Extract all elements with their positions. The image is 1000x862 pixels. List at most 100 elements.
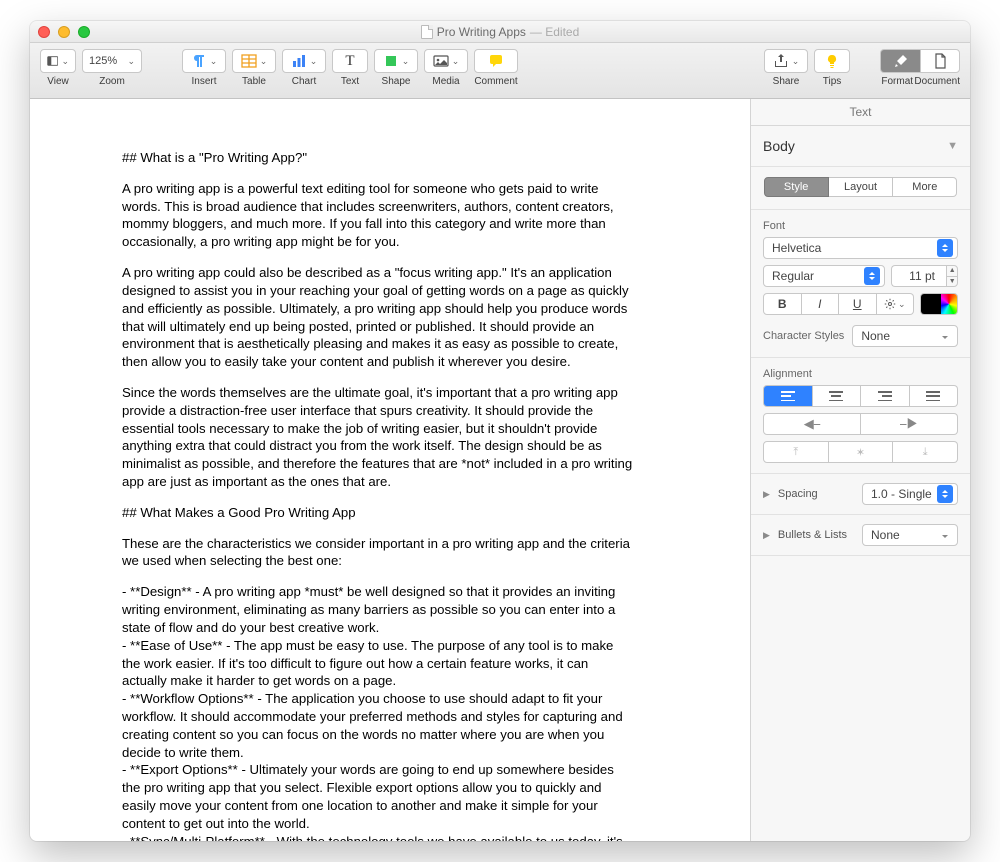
document-icon	[932, 53, 948, 69]
zoom-value: 125%	[89, 55, 117, 67]
valign-bottom-icon: ⤓	[923, 446, 928, 459]
valign-bottom-button[interactable]: ⤓	[893, 441, 958, 463]
color-swatch-black	[921, 294, 941, 314]
stepper-arrows-icon	[937, 239, 953, 257]
tab-style[interactable]: Style	[764, 177, 829, 197]
media-button[interactable]: ⌄	[424, 49, 468, 73]
document-button[interactable]	[920, 49, 960, 73]
view-button[interactable]: ⌄	[40, 49, 76, 73]
paragraph-style-value: Body	[763, 138, 795, 154]
tips-button[interactable]	[814, 49, 850, 73]
text-color-button[interactable]	[920, 293, 958, 315]
font-family-value: Helvetica	[772, 241, 821, 255]
text-label: Text	[341, 76, 359, 87]
minimize-window-button[interactable]	[58, 26, 70, 38]
window-title: Pro Writing Apps — Edited	[104, 25, 896, 39]
font-family-select[interactable]: Helvetica	[763, 237, 958, 259]
table-button[interactable]: ⌄	[232, 49, 276, 73]
font-weight-select[interactable]: Regular	[763, 265, 885, 287]
bullets-value: None	[871, 528, 900, 542]
window-controls	[38, 26, 104, 38]
font-size-stepper[interactable]: ▲ ▼	[946, 265, 958, 287]
valign-middle-button[interactable]: ✶	[829, 441, 894, 463]
font-size-value: 11 pt	[909, 269, 935, 283]
close-window-button[interactable]	[38, 26, 50, 38]
paragraph-style-dropdown[interactable]: Body ▼	[763, 136, 958, 156]
valign-top-button[interactable]: ⤒	[763, 441, 829, 463]
style-layout-more-segment: Style Layout More	[764, 177, 958, 197]
valign-top-icon: ⤒	[793, 446, 798, 459]
inspector-tab-text[interactable]: Text	[751, 99, 970, 126]
fullscreen-window-button[interactable]	[78, 26, 90, 38]
italic-button[interactable]: I	[802, 293, 840, 315]
paragraph-icon	[191, 53, 207, 69]
chevron-down-icon	[937, 526, 953, 544]
tab-more[interactable]: More	[893, 177, 957, 197]
text-button[interactable]: T	[332, 49, 368, 73]
bullets-row[interactable]: ▶ Bullets & Lists None	[751, 515, 970, 556]
document-page: ## What is a "Pro Writing App?" A pro wr…	[30, 99, 670, 841]
align-left-button[interactable]	[763, 385, 813, 407]
spacing-value: 1.0 - Single	[871, 487, 932, 501]
color-wheel-icon	[941, 294, 957, 314]
font-size-field[interactable]: 11 pt	[891, 265, 947, 287]
align-right-icon	[878, 391, 892, 401]
chart-icon	[291, 53, 307, 69]
format-button[interactable]	[880, 49, 920, 73]
align-justify-button[interactable]	[910, 385, 959, 407]
comment-icon	[488, 53, 504, 69]
bold-button[interactable]: B	[763, 293, 802, 315]
content-area: ## What is a "Pro Writing App?" A pro wr…	[30, 99, 970, 841]
disclosure-triangle-icon: ▶	[763, 530, 770, 541]
doc-paragraph: - **Export Options** - Ultimately your w…	[122, 761, 634, 832]
insert-label: Insert	[191, 76, 216, 87]
document-label: Document	[914, 76, 960, 87]
align-center-button[interactable]	[813, 385, 862, 407]
chart-button[interactable]: ⌄	[282, 49, 326, 73]
app-window: Pro Writing Apps — Edited ⌄ View 125% ⌄ …	[30, 21, 970, 841]
alignment-label: Alignment	[763, 368, 958, 380]
doc-paragraph: These are the characteristics we conside…	[122, 535, 634, 571]
gear-icon	[884, 298, 896, 310]
media-icon	[433, 53, 449, 69]
align-right-button[interactable]	[861, 385, 910, 407]
bullets-select[interactable]: None	[862, 524, 958, 546]
paragraph-style-section: Body ▼	[751, 126, 970, 167]
character-styles-label: Character Styles	[763, 330, 844, 342]
media-label: Media	[432, 76, 459, 87]
tips-label: Tips	[823, 76, 842, 87]
decrease-indent-button[interactable]: ◀⎯	[763, 413, 861, 435]
text-options-button[interactable]: ⌄	[877, 293, 915, 315]
spacing-row[interactable]: ▶ Spacing 1.0 - Single	[751, 474, 970, 515]
underline-button[interactable]: U	[839, 293, 877, 315]
share-button[interactable]: ⌄	[764, 49, 808, 73]
disclosure-triangle-icon: ▶	[763, 489, 770, 500]
stepper-up-icon: ▲	[947, 266, 957, 277]
doc-paragraph: - **Design** - A pro writing app *must* …	[122, 583, 634, 636]
toolbar: ⌄ View 125% ⌄ Zoom ⌄ Insert ⌄ Table	[30, 43, 970, 99]
stepper-down-icon: ▼	[947, 277, 957, 287]
share-icon	[773, 53, 789, 69]
insert-button[interactable]: ⌄	[182, 49, 226, 73]
lightbulb-icon	[824, 53, 840, 69]
zoom-dropdown[interactable]: 125% ⌄	[82, 49, 142, 73]
align-center-icon	[829, 391, 843, 401]
tab-layout[interactable]: Layout	[829, 177, 893, 197]
share-label: Share	[773, 76, 800, 87]
increase-indent-button[interactable]: ⎯▶	[861, 413, 958, 435]
stepper-arrows-icon	[937, 485, 953, 503]
align-justify-icon	[926, 391, 940, 401]
shape-label: Shape	[382, 76, 411, 87]
alignment-section: Alignment ◀⎯ ⎯▶ ⤒ ✶ ⤓	[751, 358, 970, 474]
doc-paragraph: ## What is a "Pro Writing App?"	[122, 149, 634, 167]
character-styles-value: None	[861, 329, 890, 343]
spacing-select[interactable]: 1.0 - Single	[862, 483, 958, 505]
document-canvas[interactable]: ## What is a "Pro Writing App?" A pro wr…	[30, 99, 750, 841]
shape-button[interactable]: ⌄	[374, 49, 418, 73]
comment-button[interactable]	[474, 49, 518, 73]
valign-middle-icon: ✶	[856, 446, 865, 459]
shape-icon	[383, 53, 399, 69]
character-styles-select[interactable]: None	[852, 325, 958, 347]
edited-status: — Edited	[530, 25, 579, 39]
table-icon	[241, 53, 257, 69]
